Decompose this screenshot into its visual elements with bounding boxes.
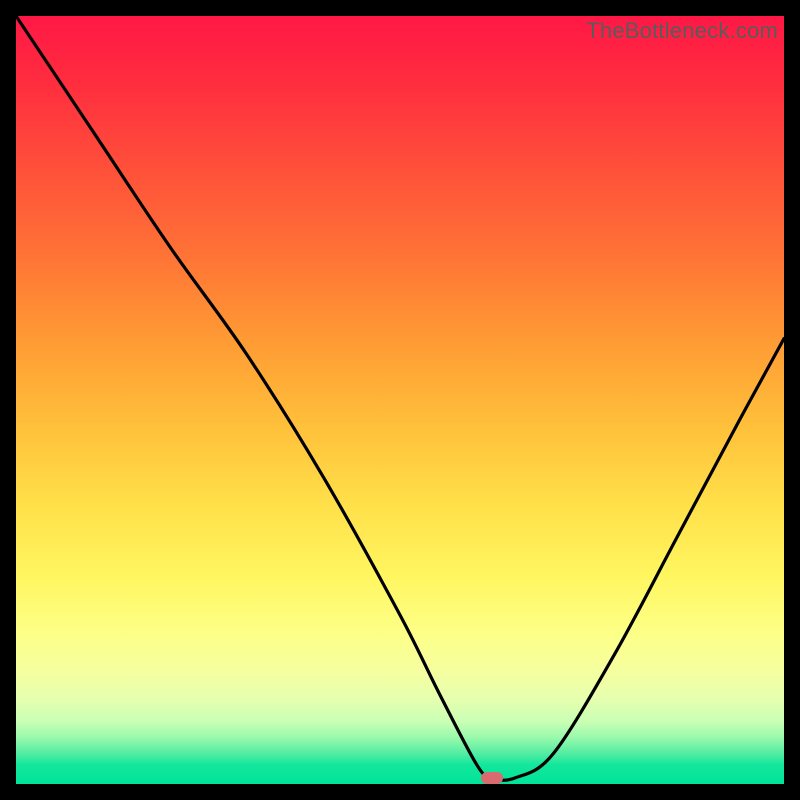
optimal-point-marker [481,772,503,784]
chart-frame: TheBottleneck.com [0,0,800,800]
bottleneck-curve [16,16,784,784]
plot-area: TheBottleneck.com [16,16,784,784]
